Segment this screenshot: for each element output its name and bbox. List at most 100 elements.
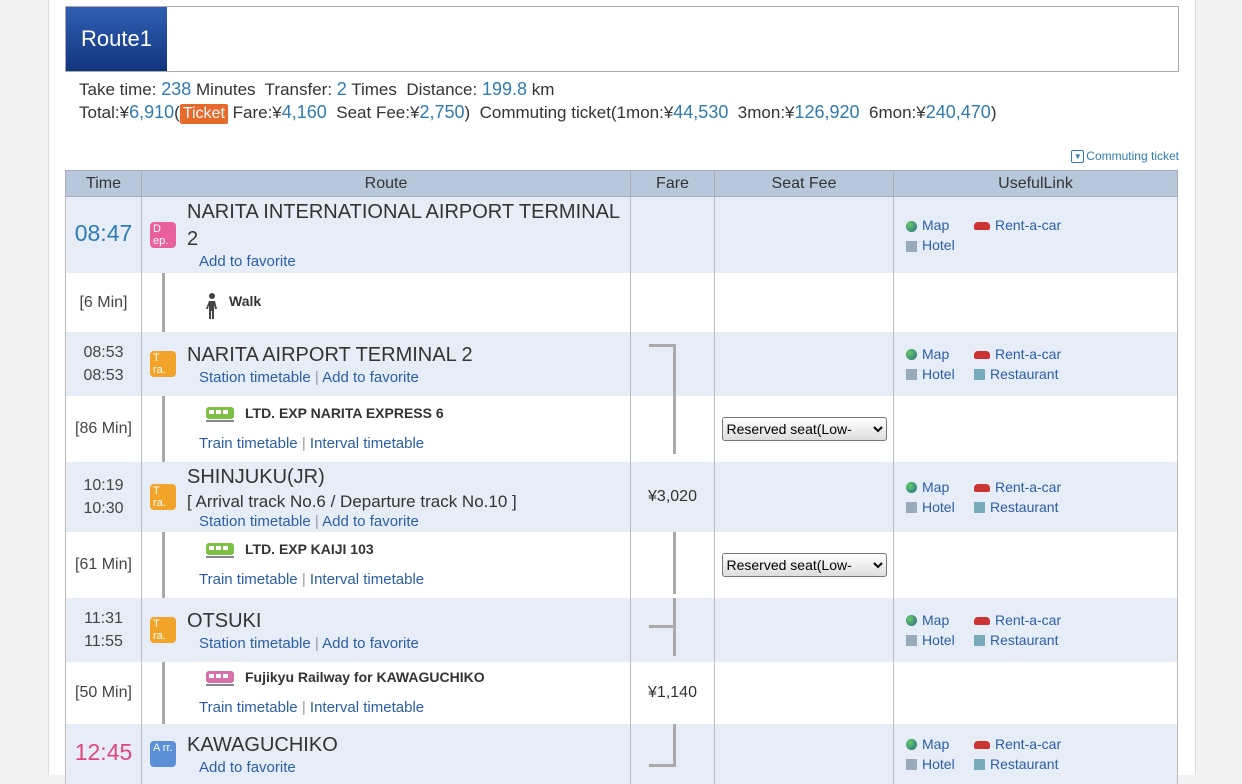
hotel-icon xyxy=(906,635,917,647)
rent-a-car-link[interactable]: Rent-a-car xyxy=(974,736,1061,752)
rent-a-car-link[interactable]: Rent-a-car xyxy=(974,612,1061,628)
map-link[interactable]: Map xyxy=(906,477,974,497)
globe-icon xyxy=(906,615,917,627)
station-timetable-link[interactable]: Station timetable xyxy=(199,635,311,652)
globe-icon xyxy=(906,349,917,361)
restaurant-icon xyxy=(974,502,985,514)
summary-line-1: Take time: 238 Minutes Transfer: 2 Times… xyxy=(79,79,555,99)
car-icon xyxy=(974,740,990,749)
add-to-favorite-link[interactable]: Add to favorite xyxy=(322,635,419,652)
fare-value: 4,160 xyxy=(281,102,327,122)
move-row: [61 Min] LTD. EXP KAIJI 103 Train timeta… xyxy=(65,531,1178,598)
map-link[interactable]: Map xyxy=(906,734,974,754)
move-row: [86 Min] LTD. EXP NARITA EXPRESS 6 Train… xyxy=(65,395,1178,462)
car-icon xyxy=(974,483,990,492)
seat-type-select[interactable]: Reserved seat(Low- xyxy=(721,416,887,441)
walk-label: Walk xyxy=(229,292,262,309)
train-name[interactable]: LTD. EXP NARITA EXPRESS 6 xyxy=(245,405,444,421)
train-name[interactable]: Fujikyu Railway for KAWAGUCHIKO xyxy=(245,669,485,685)
station-name[interactable]: NARITA AIRPORT TERMINAL 2 xyxy=(187,342,629,369)
header-seat-fee: Seat Fee xyxy=(714,170,894,197)
duration: [50 Min] xyxy=(65,661,142,724)
train-icon xyxy=(205,541,235,559)
map-link[interactable]: Map xyxy=(906,344,974,364)
hotel-link[interactable]: Hotel xyxy=(906,235,974,255)
hotel-link[interactable]: Hotel xyxy=(906,364,974,384)
station-row: 08:53 08:53 T ra. NARITA AIRPORT TERMINAL… xyxy=(65,331,1178,396)
map-link[interactable]: Map xyxy=(906,610,974,630)
add-to-favorite-link[interactable]: Add to favorite xyxy=(199,253,296,270)
add-to-favorite-link[interactable]: Add to favorite xyxy=(322,369,419,386)
station-row: 10:19 10:30 T ra. SHINJUKU(JR) [ Arrival … xyxy=(65,461,1178,532)
hotel-link[interactable]: Hotel xyxy=(906,630,974,650)
map-link[interactable]: Map xyxy=(906,215,974,235)
interval-timetable-link[interactable]: Interval timetable xyxy=(310,435,424,452)
globe-icon xyxy=(906,739,917,751)
rent-a-car-link[interactable]: Rent-a-car xyxy=(974,346,1061,362)
restaurant-icon xyxy=(974,759,985,771)
hotel-icon xyxy=(906,369,917,381)
arrival-icon: A rr. xyxy=(150,740,176,767)
move-row: [6 Min] Walk xyxy=(65,272,1178,332)
route-title: Route1 xyxy=(66,7,167,71)
train-icon xyxy=(205,669,235,687)
station-row: 11:31 11:55 T ra. OTSUKI Station timetabl… xyxy=(65,597,1178,662)
car-icon xyxy=(974,616,990,625)
train-icon xyxy=(205,405,235,423)
restaurant-icon xyxy=(974,369,985,381)
total-value: 6,910 xyxy=(129,102,175,122)
header-fare: Fare xyxy=(630,170,715,197)
ticket-badge: Ticket xyxy=(179,104,228,124)
hotel-link[interactable]: Hotel xyxy=(906,754,974,774)
duration: [6 Min] xyxy=(65,272,142,332)
station-row: 08:47 D ep. NARITA INTERNATIONAL AIRPORT… xyxy=(65,196,1178,273)
track-info: [ Arrival track No.6 / Departure track N… xyxy=(187,491,517,511)
station-name[interactable]: NARITA INTERNATIONAL AIRPORT TERMINAL 2 xyxy=(187,199,629,253)
interval-timetable-link[interactable]: Interval timetable xyxy=(310,699,424,716)
transfer-value: 2 xyxy=(336,79,347,99)
route-result-panel: Route1 Take time: 238 Minutes Transfer: … xyxy=(48,0,1196,784)
hotel-icon xyxy=(906,759,917,771)
station-name[interactable]: OTSUKI xyxy=(187,608,629,635)
train-timetable-link[interactable]: Train timetable xyxy=(199,571,298,588)
station-timetable-link[interactable]: Station timetable xyxy=(199,369,311,386)
train-timetable-link[interactable]: Train timetable xyxy=(199,435,298,452)
move-row: [50 Min] Fujikyu Railway for KAWAGUCHIKO… xyxy=(65,661,1178,724)
rent-a-car-link[interactable]: Rent-a-car xyxy=(974,479,1061,495)
walk-icon xyxy=(205,293,219,320)
header-time: Time xyxy=(65,170,142,197)
hotel-icon xyxy=(906,240,917,252)
transfer-icon: T ra. xyxy=(150,616,176,643)
interval-timetable-link[interactable]: Interval timetable xyxy=(310,571,424,588)
hotel-link[interactable]: Hotel xyxy=(906,497,974,517)
station-name[interactable]: SHINJUKU(JR) xyxy=(187,464,629,491)
fare-amount: ¥3,020 xyxy=(630,461,715,532)
station-name[interactable]: KAWAGUCHIKO xyxy=(187,732,629,759)
commute-1mon-value: 44,530 xyxy=(673,102,729,122)
seat-type-select[interactable]: Reserved seat(Low- xyxy=(721,552,887,577)
route-header: Route1 xyxy=(65,6,1179,72)
restaurant-link[interactable]: Restaurant xyxy=(974,632,1058,648)
add-to-favorite-link[interactable]: Add to favorite xyxy=(322,513,419,530)
duration: [61 Min] xyxy=(65,531,142,598)
globe-icon xyxy=(906,482,917,494)
summary-line-2: Total:¥6,910(Ticket Fare:¥4,160 Seat Fee… xyxy=(79,102,997,124)
restaurant-icon xyxy=(974,635,985,647)
arrival-time: 12:45 xyxy=(74,738,133,765)
globe-icon xyxy=(906,220,917,232)
commute-3mon-value: 126,920 xyxy=(794,102,860,122)
header-route: Route xyxy=(141,170,631,197)
train-name[interactable]: LTD. EXP KAIJI 103 xyxy=(245,541,374,557)
add-to-favorite-link[interactable]: Add to favorite xyxy=(199,759,296,776)
header-useful-link: UsefulLink xyxy=(893,170,1178,197)
commuting-ticket-link[interactable]: ▼ Commuting ticket xyxy=(1071,149,1179,164)
car-icon xyxy=(974,350,990,359)
restaurant-link[interactable]: Restaurant xyxy=(974,366,1058,382)
take-time-value: 238 xyxy=(161,79,192,99)
departure-time: 08:47 xyxy=(74,219,133,246)
restaurant-link[interactable]: Restaurant xyxy=(974,756,1058,772)
restaurant-link[interactable]: Restaurant xyxy=(974,499,1058,515)
rent-a-car-link[interactable]: Rent-a-car xyxy=(974,217,1061,233)
station-timetable-link[interactable]: Station timetable xyxy=(199,513,311,530)
train-timetable-link[interactable]: Train timetable xyxy=(199,699,298,716)
